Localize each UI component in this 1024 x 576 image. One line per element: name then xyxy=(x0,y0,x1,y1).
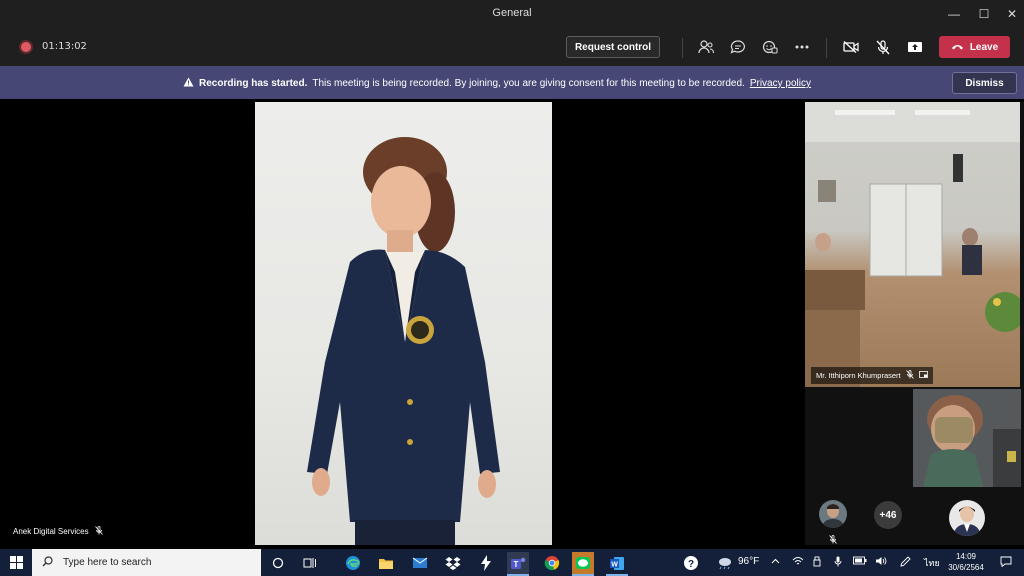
pen-icon[interactable] xyxy=(900,556,911,570)
recording-message: Recording has started. This meeting is b… xyxy=(183,77,811,90)
divider xyxy=(826,38,827,58)
request-control-button[interactable]: Request control xyxy=(566,36,660,58)
main-video-stage[interactable]: Anek Digital Services xyxy=(3,102,803,545)
participant-video-tile[interactable] xyxy=(913,389,1021,487)
teams-icon[interactable]: T xyxy=(507,552,529,574)
usb-icon[interactable] xyxy=(812,556,822,570)
muted-mic-icon xyxy=(94,526,103,537)
microphone-icon[interactable] xyxy=(834,556,842,570)
svg-text:W: W xyxy=(611,561,618,568)
screen-share-icon xyxy=(918,370,928,381)
more-options-icon[interactable] xyxy=(791,38,813,56)
minimize-button[interactable]: — xyxy=(938,0,970,28)
notifications-icon[interactable] xyxy=(1000,556,1012,570)
presenter-label: Anek Digital Services xyxy=(13,526,103,537)
word-icon[interactable]: W xyxy=(606,552,628,574)
chrome-icon[interactable] xyxy=(541,552,563,574)
task-view-icon[interactable] xyxy=(299,552,321,574)
weather-icon[interactable] xyxy=(714,552,736,574)
cortana-icon[interactable] xyxy=(267,552,289,574)
muted-mic-icon xyxy=(905,370,914,381)
reactions-icon[interactable] xyxy=(759,38,781,56)
recording-banner: Recording has started. This meeting is b… xyxy=(0,66,1024,99)
participant-panel: Mr. Itthiporn Khumprasert +46 xyxy=(805,102,1024,545)
file-explorer-icon[interactable] xyxy=(375,552,397,574)
recording-text: This meeting is being recorded. By joini… xyxy=(312,78,745,89)
more-participants-badge[interactable]: +46 xyxy=(874,501,902,529)
windows-taskbar: Type here to search T W ? 96°F ไทย 14:09… xyxy=(0,549,1024,576)
camera-off-icon[interactable] xyxy=(840,38,862,56)
temperature: 96°F xyxy=(738,556,760,567)
participants-icon[interactable] xyxy=(695,38,717,56)
windows-start-icon[interactable] xyxy=(10,556,23,569)
warning-icon xyxy=(183,77,194,90)
leave-button[interactable]: Leave xyxy=(939,36,1010,58)
meeting-control-bar: 01:13:02 Request control Leave xyxy=(0,28,1024,66)
dismiss-button[interactable]: Dismiss xyxy=(952,72,1017,94)
title-bar: General — ☐ ✕ xyxy=(0,0,1024,28)
volume-icon[interactable] xyxy=(875,556,887,569)
muted-mic-icon xyxy=(829,531,837,549)
participant-video-tile[interactable]: Mr. Itthiporn Khumprasert xyxy=(805,102,1020,387)
leave-label: Leave xyxy=(969,41,999,53)
divider xyxy=(682,38,683,58)
show-hidden-icons-icon[interactable] xyxy=(771,556,780,567)
window-title: General xyxy=(492,7,532,19)
presenter-photo xyxy=(255,102,552,545)
mic-off-icon[interactable] xyxy=(872,38,894,56)
privacy-policy-link[interactable]: Privacy policy xyxy=(750,78,811,89)
taskbar-clock[interactable]: 14:09 30/6/2564 xyxy=(945,551,987,573)
close-button[interactable]: ✕ xyxy=(996,0,1024,28)
svg-text:?: ? xyxy=(688,559,694,570)
search-icon xyxy=(42,555,53,570)
battery-icon[interactable] xyxy=(853,556,867,568)
meeting-timer: 01:13:02 xyxy=(42,41,87,52)
recording-title: Recording has started. xyxy=(199,78,308,89)
hang-up-icon xyxy=(951,42,964,53)
help-icon[interactable]: ? xyxy=(680,552,702,574)
search-placeholder: Type here to search xyxy=(63,557,152,568)
recording-indicator-icon xyxy=(21,42,31,52)
network-icon[interactable] xyxy=(792,556,804,569)
chat-icon[interactable] xyxy=(727,38,749,56)
presenter-name: Anek Digital Services xyxy=(13,527,89,536)
participant-avatar[interactable] xyxy=(949,500,985,536)
dropbox-icon[interactable] xyxy=(442,552,464,574)
app-lightning-icon[interactable] xyxy=(475,552,497,574)
edge-icon[interactable] xyxy=(342,552,364,574)
participant-label: Mr. Itthiporn Khumprasert xyxy=(811,367,933,384)
clock-time: 14:09 xyxy=(955,552,977,561)
taskbar-search-input[interactable]: Type here to search xyxy=(32,549,261,576)
svg-text:T: T xyxy=(514,560,519,569)
input-language[interactable]: ไทย xyxy=(924,556,940,570)
participant-avatar[interactable] xyxy=(819,500,847,528)
participant-name: Mr. Itthiporn Khumprasert xyxy=(816,371,901,380)
mail-icon[interactable] xyxy=(409,552,431,574)
share-screen-icon[interactable] xyxy=(904,38,926,56)
line-icon[interactable] xyxy=(572,552,594,574)
clock-date: 30/6/2564 xyxy=(948,563,984,572)
